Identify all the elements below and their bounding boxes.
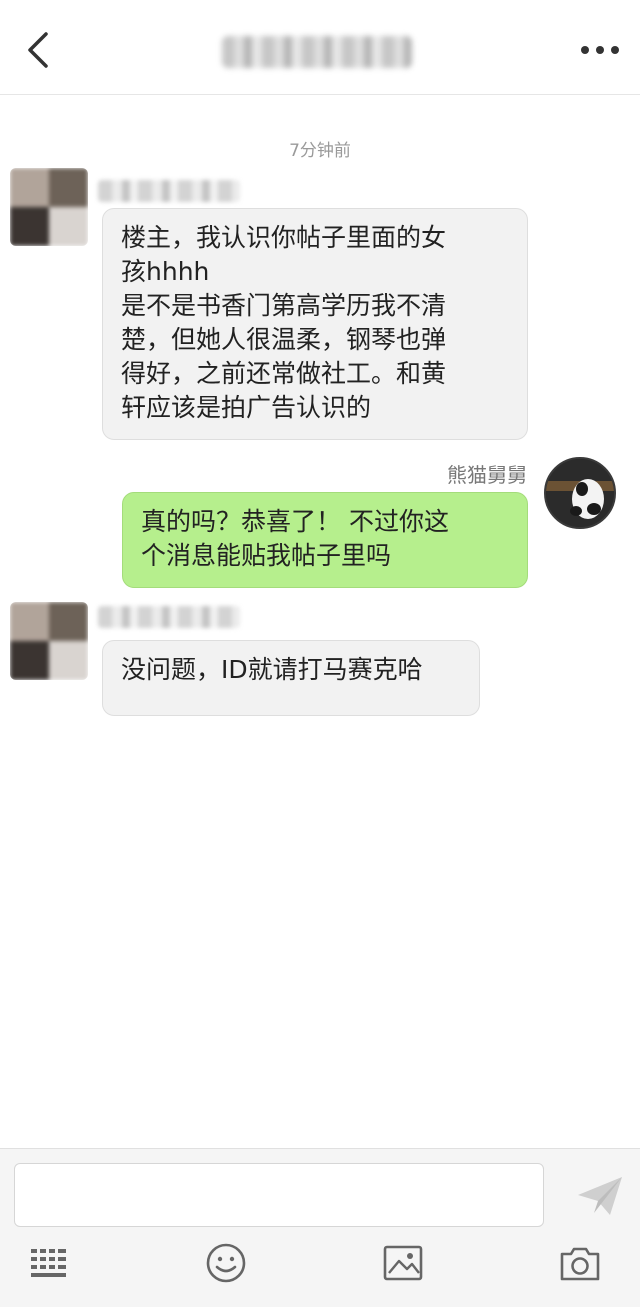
chevron-left-icon [28,32,48,68]
send-button[interactable] [576,1175,624,1217]
message-input[interactable] [14,1163,544,1227]
camera-icon [560,1247,600,1281]
avatar[interactable] [10,168,88,246]
emoji-icon [206,1243,246,1283]
ellipsis-icon [581,46,619,54]
image-icon [383,1245,423,1281]
more-button[interactable] [578,38,622,62]
sender-name: 熊猫舅舅 [447,463,527,487]
camera-button[interactable] [558,1241,602,1285]
back-button[interactable] [20,28,60,72]
sender-name-blurred [98,180,240,202]
chat-title-blurred [222,36,412,68]
composer-bar [0,1148,640,1307]
chat-header [0,0,640,95]
sender-name-blurred [98,606,240,628]
message-timestamp: 7分钟前 [289,141,351,161]
keyboard-icon [31,1249,66,1277]
avatar[interactable] [10,602,88,680]
keyboard-button[interactable] [28,1241,72,1285]
image-button[interactable] [381,1241,425,1285]
message-bubble[interactable]: 真的吗？恭喜了！ 不过你这 个消息能贴我帖子里吗 [122,492,528,588]
emoji-button[interactable] [204,1241,248,1285]
avatar[interactable] [544,457,616,529]
message-bubble[interactable]: 没问题，ID就请打马赛克哈 [102,640,480,716]
paper-plane-icon [578,1177,622,1215]
message-bubble[interactable]: 楼主，我认识你帖子里面的女 孩hhhh 是不是书香门第高学历我不清 楚，但她人很… [102,208,528,440]
panda-avatar-image [546,459,614,527]
